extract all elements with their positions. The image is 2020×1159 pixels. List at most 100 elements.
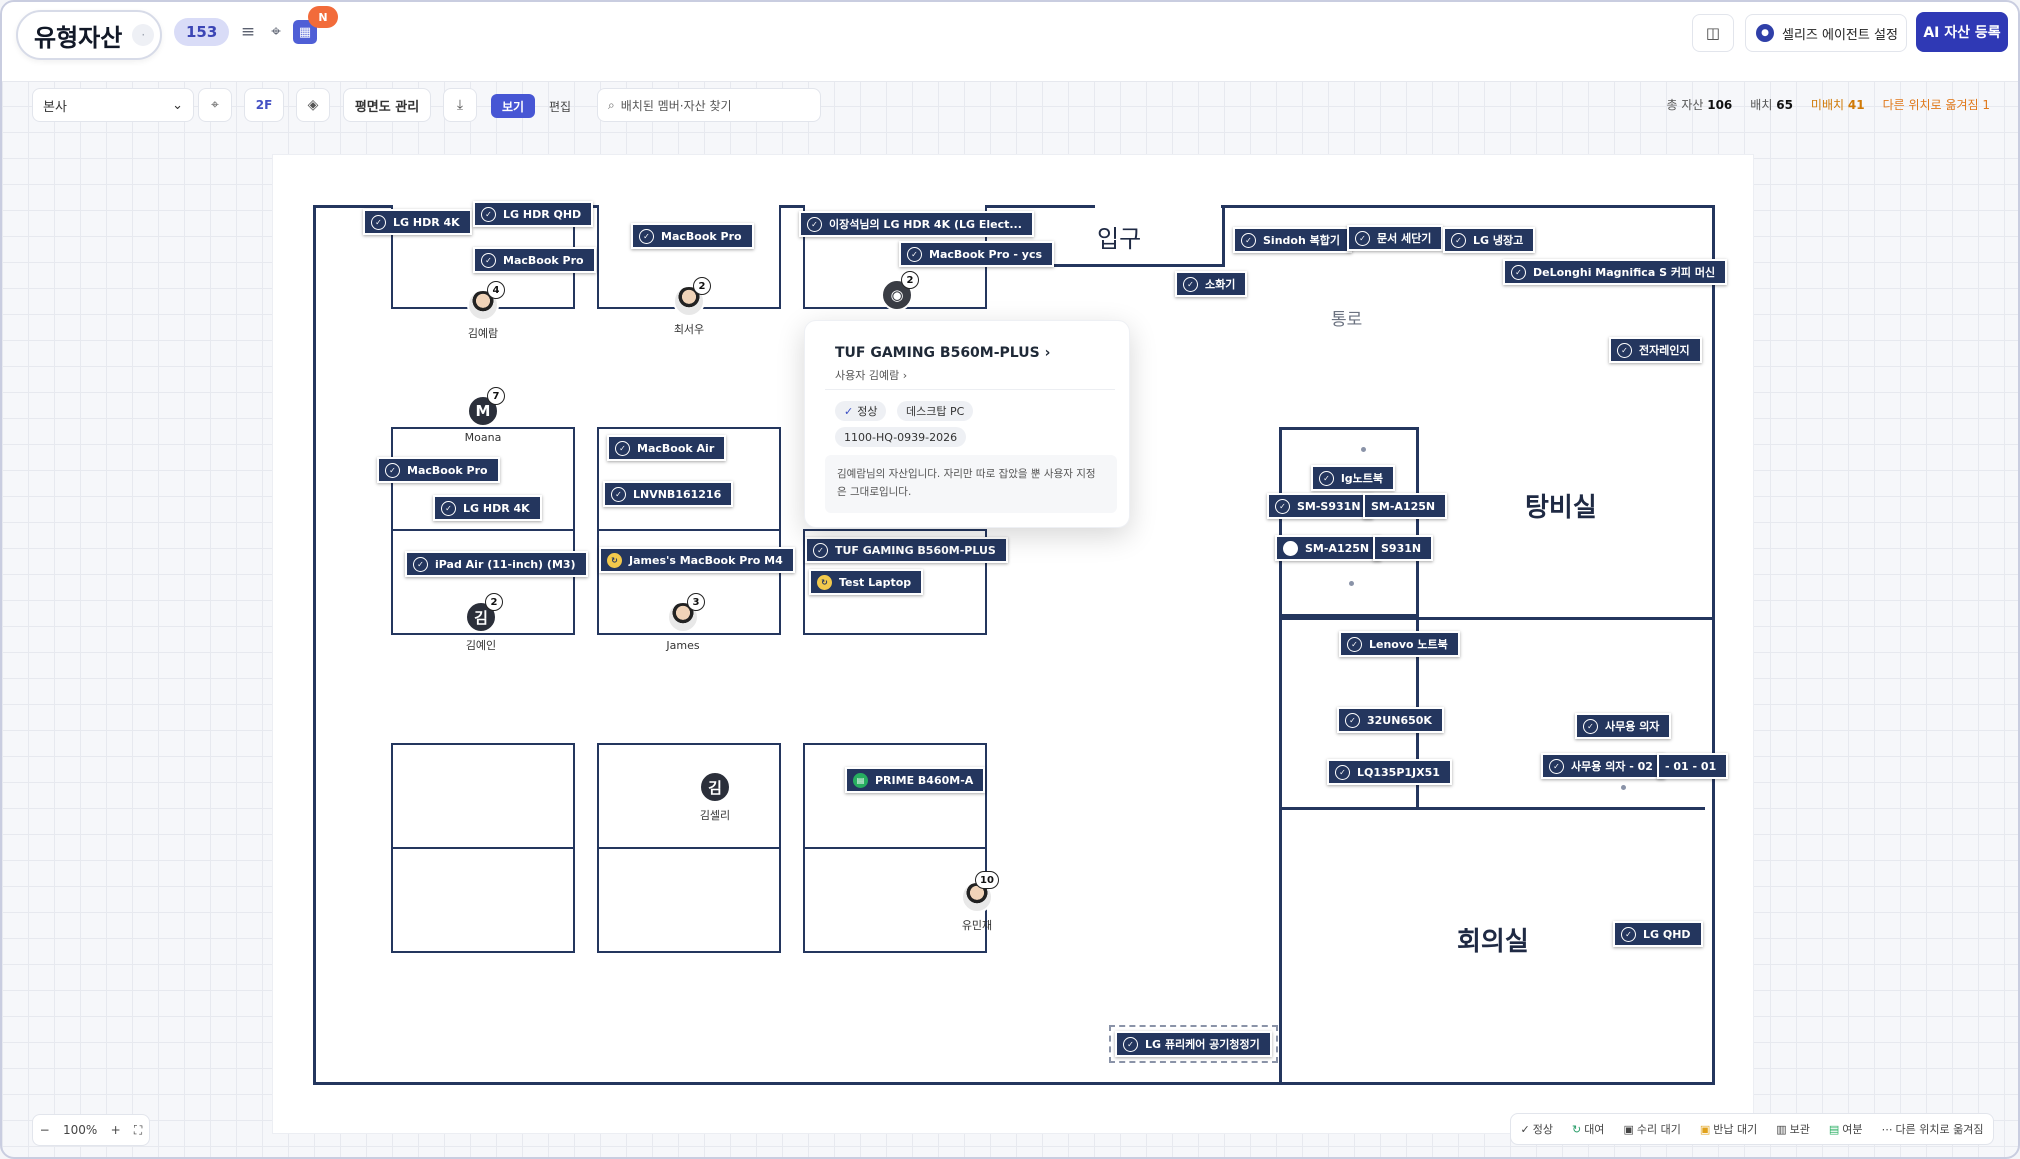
asset-tag[interactable]: ✓ 이장석님의 LG HDR 4K (LG Elect...: [799, 211, 1034, 237]
check-icon: ✓: [1621, 926, 1636, 942]
asset-tag[interactable]: SM-A125N: [1275, 535, 1382, 561]
person-name: 김예람: [467, 327, 499, 340]
storage-icon: ▥: [1776, 1123, 1787, 1136]
avatar-count-badge: 3: [687, 593, 705, 611]
check-icon: ✓: [1335, 764, 1350, 780]
check-icon: ✓: [1275, 498, 1290, 514]
avatar-count-badge: 2: [693, 277, 711, 295]
asset-tag[interactable]: ✓ LG HDR 4K: [363, 209, 472, 235]
connector-dot: [1621, 785, 1626, 790]
asset-tag[interactable]: S931N: [1373, 535, 1434, 561]
asset-tag[interactable]: ✓ LNVNB161216: [603, 481, 734, 507]
top-wall-right: [1221, 205, 1715, 208]
check-icon: ✓: [844, 404, 854, 418]
check-icon: ✓: [1511, 264, 1526, 280]
asset-tag[interactable]: ✓ MacBook Pro: [473, 247, 596, 273]
asset-tag[interactable]: ▤ PRIME B460M-A: [845, 767, 986, 793]
check-icon: ✓: [611, 486, 626, 502]
layers-button[interactable]: ◈: [296, 88, 330, 122]
stat-unplaced[interactable]: 미배치 41: [1811, 96, 1865, 113]
popover-user[interactable]: 사용자 김예람 ›: [835, 367, 907, 383]
asset-tag[interactable]: - 01 - 01: [1657, 753, 1729, 779]
stat-moved[interactable]: 다른 위치로 옮겨짐 1: [1883, 96, 1990, 113]
asset-tag[interactable]: ↻ James's MacBook Pro M4: [599, 547, 795, 573]
popover-title[interactable]: TUF GAMING B560M-PLUS ›: [835, 345, 1050, 361]
asset-tag[interactable]: ✓ MacBook Air: [607, 435, 727, 461]
location-pin-button[interactable]: ⌖: [198, 88, 232, 122]
avatar-count-badge: 10: [975, 871, 999, 889]
location-select[interactable]: 본사 ⌄: [32, 88, 194, 122]
legend-return: ▣ 반납 대기: [1699, 1123, 1758, 1136]
desk-block: [597, 847, 781, 953]
zoom-in-button[interactable]: +: [111, 1123, 121, 1137]
legend-spare: ▤ 여분: [1828, 1123, 1863, 1136]
title-menu-dot[interactable]: ·: [132, 24, 155, 46]
asset-tag[interactable]: ✓ 사무용 의자 - 02: [1541, 753, 1665, 779]
check-icon: ✓: [615, 440, 630, 456]
person-name: James: [666, 639, 700, 652]
asset-tag[interactable]: ✓ MacBook Pro - ycs: [899, 241, 1055, 267]
asset-tag[interactable]: ✓ 사무용 의자: [1575, 713, 1672, 739]
check-icon: ✓: [413, 556, 428, 572]
rental-icon: ↻: [1571, 1123, 1582, 1136]
check-icon: ✓: [639, 228, 654, 244]
search-input[interactable]: ⌕ 배치된 멤버·자산 찾기: [597, 88, 821, 122]
asset-tag[interactable]: ✓ Sindoh 복합기: [1233, 227, 1352, 253]
avatar-count-badge: 2: [901, 271, 919, 289]
asset-code-chip: 1100-HQ-0939-2026: [835, 427, 967, 447]
asset-tag[interactable]: ✓ Lenovo 노트북: [1339, 631, 1460, 657]
page-title-pill[interactable]: 유형자산 ·: [16, 10, 162, 60]
asset-tag[interactable]: ✓ lg노트북: [1311, 465, 1396, 491]
desk-block: [391, 847, 575, 953]
agent-settings-button[interactable]: ● 셀리즈 에이전트 설정: [1745, 14, 1907, 52]
avatar-count-badge: 4: [487, 281, 505, 299]
fullscreen-icon[interactable]: ⛶: [134, 1123, 142, 1138]
pantry-left-wall: [1279, 617, 1282, 807]
map-pin-icon[interactable]: ⌖: [264, 20, 288, 44]
check-icon: ✓: [481, 252, 496, 268]
asset-tag[interactable]: ✓ LG HDR 4K: [433, 495, 542, 521]
floorplan-canvas[interactable]: 입구 통로 탕비실 회의실 4 김예람 2 최서우 ◉ 2 M 7 Moana …: [272, 154, 1754, 1134]
asset-tag[interactable]: ✓ iPad Air (11-inch) (M3): [405, 551, 588, 577]
avatar[interactable]: 김: [699, 771, 731, 803]
list-view-icon[interactable]: ≡: [236, 20, 260, 44]
asset-tag[interactable]: SM-A125N: [1363, 493, 1448, 519]
desk-block: [391, 743, 575, 849]
desk-block: [803, 743, 987, 849]
legend-normal: ✓ 정상: [1520, 1123, 1553, 1136]
asset-tag[interactable]: ✓ DeLonghi Magnifica S 커피 머신: [1503, 259, 1728, 285]
pantry-inner-wall: [1279, 427, 1419, 617]
repair-icon: ▣: [1623, 1123, 1634, 1136]
meeting-left-wall: [1279, 807, 1282, 1085]
stat-placed: 배치 65: [1750, 98, 1793, 112]
tab-edit[interactable]: 편집: [540, 94, 580, 118]
person-name: Moana: [464, 431, 502, 444]
download-button[interactable]: ⤓: [443, 88, 477, 122]
asset-tag[interactable]: ✓ LG 냉장고: [1443, 227, 1536, 253]
asset-tag[interactable]: ✓ LG HDR QHD: [473, 201, 594, 227]
page-title: 유형자산: [34, 23, 123, 52]
meeting-top-wall: [1279, 807, 1705, 810]
asset-tag[interactable]: ✓ 전자레인지: [1609, 337, 1702, 363]
asset-tag[interactable]: ✓ TUF GAMING B560M-PLUS: [805, 537, 1008, 563]
asset-tag[interactable]: ✓ MacBook Pro: [631, 223, 754, 249]
asset-tag[interactable]: ✓ 문서 세단기: [1347, 225, 1444, 251]
floor-select[interactable]: 2F: [244, 88, 284, 122]
person-name: 김셀리: [699, 809, 731, 822]
zoom-out-button[interactable]: −: [40, 1123, 50, 1137]
floorplan-manage-button[interactable]: 평면도 관리: [343, 88, 431, 122]
spare-icon: ▤: [1828, 1123, 1840, 1136]
tab-view[interactable]: 보기: [491, 94, 535, 118]
asset-tag[interactable]: ✓ LG QHD: [1613, 921, 1703, 947]
asset-tag[interactable]: ✓ 32UN650K: [1337, 707, 1444, 733]
split-panel-button[interactable]: ◫: [1692, 14, 1734, 52]
check-icon: ✓: [1123, 1036, 1138, 1052]
asset-tag[interactable]: ✓ SM-S931N: [1267, 493, 1373, 519]
asset-tag[interactable]: ↻ Test Laptop: [809, 569, 924, 595]
room-pantry-label: 탕비실: [1525, 493, 1597, 523]
asset-tag[interactable]: ✓ MacBook Pro: [377, 457, 500, 483]
ai-asset-register-button[interactable]: AI 자산 등록: [1916, 12, 2008, 52]
asset-tag-moved[interactable]: ✓ LG 퓨리케어 공기청정기: [1109, 1025, 1278, 1063]
asset-tag[interactable]: ✓ LQ135P1JX51: [1327, 759, 1452, 785]
asset-tag[interactable]: ✓ 소화기: [1175, 271, 1248, 297]
